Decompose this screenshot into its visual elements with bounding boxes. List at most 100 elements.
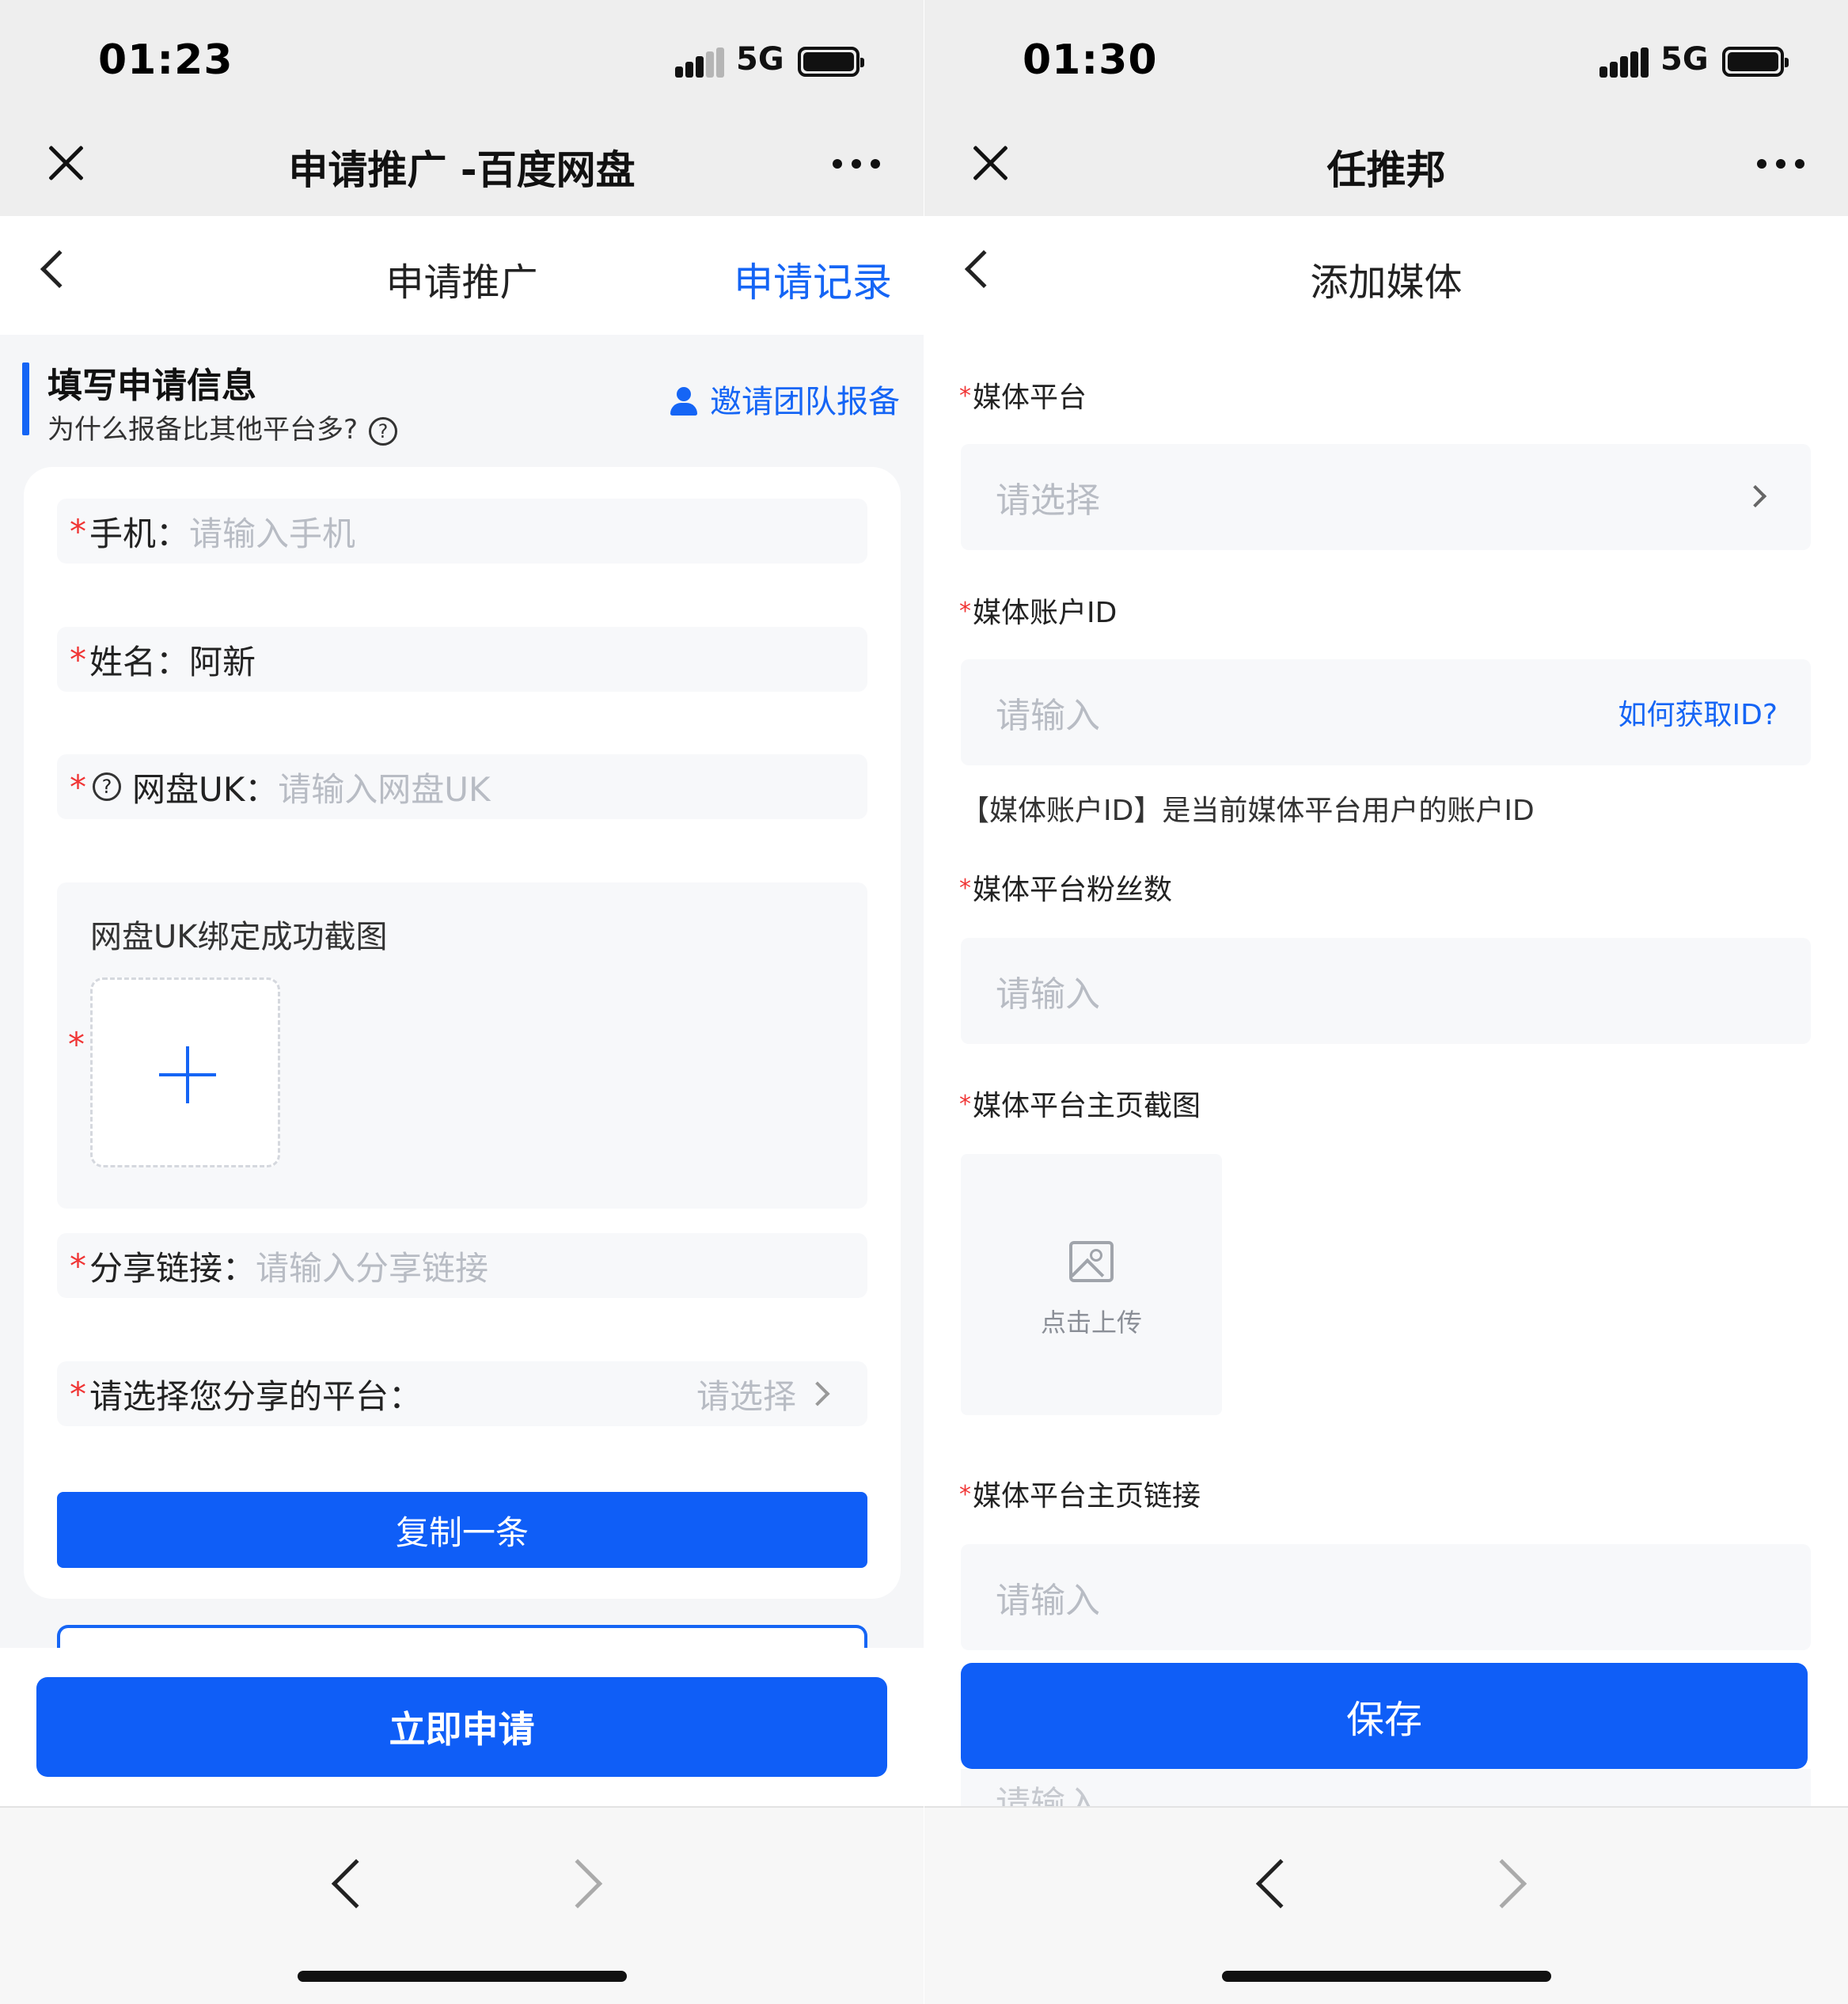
required-mark: * (959, 1481, 971, 1509)
chevron-right-icon (1744, 484, 1767, 508)
next-input-placeholder: 请输入 (996, 1784, 1100, 1807)
section-accent-bar (22, 362, 29, 435)
window-title: 申请推广 -百度网盘 (288, 147, 636, 193)
add-media-form: *媒体平台 请选择 *媒体账户ID 请输入 如何获取ID? 【媒体账户ID】是当… (924, 335, 1848, 1807)
browser-forward-icon[interactable] (1477, 1858, 1527, 1909)
name-field[interactable]: * 姓名： 阿新 (57, 627, 867, 692)
page-header: 添加媒体 (924, 216, 1848, 335)
battery-icon (798, 47, 864, 77)
plus-icon (159, 1046, 216, 1103)
platform-label: 请选择您分享的平台： (89, 1376, 423, 1416)
application-form-card: * 手机： 请输入手机 * 姓名： 阿新 * ? 网盘UK： 请输入网盘UK 网… (24, 467, 901, 1599)
help-icon[interactable]: ? (369, 416, 398, 446)
required-mark: * (959, 875, 971, 902)
next-input-edge: 请输入 (961, 1769, 1811, 1807)
name-input[interactable]: 阿新 (189, 636, 256, 684)
required-mark: * (959, 382, 971, 410)
application-records-link[interactable]: 申请记录 (734, 251, 892, 308)
home-indicator[interactable] (298, 1971, 627, 1982)
fans-label: *媒体平台粉丝数 (959, 867, 1172, 908)
uk-screenshot-field: 网盘UK绑定成功截图 * (57, 882, 867, 1209)
invite-team-link[interactable]: 邀请团队报备 (669, 376, 900, 422)
required-mark: * (70, 511, 86, 551)
status-and-title-bar: 01:23 5G 申请推广 -百度网盘 (0, 0, 924, 216)
fans-placeholder: 请输入 (996, 974, 1100, 1015)
help-icon[interactable]: ? (93, 772, 121, 801)
required-mark: * (70, 1246, 86, 1285)
page-title: 添加媒体 (1310, 260, 1463, 305)
required-mark: * (959, 598, 971, 625)
browser-toolbar (0, 1806, 924, 2004)
homepage-link-label-text: 媒体平台主页链接 (973, 1480, 1201, 1512)
share-link-input[interactable]: 请输入分享链接 (256, 1242, 488, 1290)
homepage-screenshot-label-text: 媒体平台主页截图 (973, 1090, 1201, 1122)
homepage-link-input[interactable]: 请输入 (961, 1544, 1811, 1650)
image-upload-button[interactable] (90, 977, 280, 1167)
media-platform-label: *媒体平台 (959, 374, 1087, 416)
phone-label: 手机： (89, 514, 190, 553)
right-phone-screen: 01:30 5G 任推邦 添加媒体 *媒体平台 请选择 *媒体账户ID 请输入 … (924, 0, 1848, 2004)
save-button[interactable]: 保存 (961, 1663, 1808, 1769)
more-icon[interactable] (1757, 159, 1804, 169)
required-mark: * (70, 767, 86, 807)
uk-screenshot-label: 网盘UK绑定成功截图 (90, 919, 388, 955)
browser-back-icon[interactable] (331, 1858, 381, 1909)
signal-icon (1599, 47, 1649, 78)
phone-input[interactable]: 请输入手机 (189, 507, 355, 556)
required-mark: * (959, 1091, 971, 1118)
invite-team-label: 邀请团队报备 (710, 384, 900, 420)
home-indicator[interactable] (1222, 1971, 1551, 1982)
media-platform-select[interactable]: 请选择 (961, 444, 1811, 550)
status-and-title-bar: 01:30 5G 任推邦 (924, 0, 1848, 216)
browser-back-icon[interactable] (1255, 1858, 1306, 1909)
account-id-input[interactable]: 请输入 如何获取ID? (961, 659, 1811, 765)
homepage-screenshot-upload[interactable]: 点击上传 (961, 1154, 1222, 1415)
media-platform-placeholder: 请选择 (996, 480, 1100, 521)
fans-label-text: 媒体平台粉丝数 (973, 874, 1173, 906)
platform-select[interactable]: 请选择 (696, 1361, 830, 1426)
platform-select-field[interactable]: * 请选择您分享的平台： 请选择 (57, 1361, 867, 1426)
account-id-label-text: 媒体账户ID (973, 597, 1118, 629)
battery-icon (1722, 47, 1789, 77)
signal-icon (675, 47, 724, 78)
section-title: 填写申请信息 (47, 366, 256, 406)
upload-caption: 点击上传 (1040, 1308, 1142, 1338)
name-label: 姓名： (89, 642, 190, 681)
required-mark: * (68, 1025, 85, 1064)
share-link-field[interactable]: * 分享链接： 请输入分享链接 (57, 1233, 867, 1298)
left-phone-screen: 01:23 5G 申请推广 -百度网盘 申请推广 申请记录 填写申请信息 为什么… (0, 0, 924, 2004)
bottom-action-bar: 立即申请 (0, 1648, 924, 1806)
copy-entry-button[interactable]: 复制一条 (57, 1492, 867, 1568)
how-to-get-id-link[interactable]: 如何获取ID? (1618, 659, 1778, 765)
required-mark: * (70, 1374, 86, 1414)
person-icon (669, 387, 699, 416)
network-label: 5G (1660, 41, 1709, 78)
browser-toolbar (924, 1806, 1848, 2004)
section-header: 填写申请信息 为什么报备比其他平台多?? 邀请团队报备 (0, 335, 924, 469)
homepage-link-label: *媒体平台主页链接 (959, 1473, 1201, 1514)
uk-field[interactable]: * ? 网盘UK： 请输入网盘UK (57, 754, 867, 819)
image-icon (1069, 1241, 1114, 1282)
section-subtitle-text: 为什么报备比其他平台多? (47, 414, 359, 446)
required-mark: * (70, 640, 86, 679)
share-link-label: 分享链接： (89, 1248, 256, 1288)
phone-field[interactable]: * 手机： 请输入手机 (57, 499, 867, 564)
browser-forward-icon[interactable] (552, 1858, 603, 1909)
section-subtitle[interactable]: 为什么报备比其他平台多?? (47, 408, 398, 446)
account-id-label: *媒体账户ID (959, 590, 1117, 631)
homepage-link-placeholder: 请输入 (996, 1581, 1100, 1621)
status-time: 01:23 (98, 36, 233, 84)
fans-input[interactable]: 请输入 (961, 938, 1811, 1044)
media-platform-label-text: 媒体平台 (973, 381, 1087, 414)
window-title: 任推邦 (1326, 147, 1446, 193)
apply-now-button[interactable]: 立即申请 (36, 1677, 887, 1777)
page-header: 申请推广 申请记录 (0, 216, 924, 335)
uk-label: 网盘UK： (132, 769, 279, 809)
account-id-placeholder: 请输入 (996, 696, 1100, 736)
account-id-hint: 【媒体账户ID】是当前媒体平台用户的账户ID (961, 795, 1535, 827)
more-icon[interactable] (833, 159, 880, 169)
status-time: 01:30 (1023, 36, 1158, 84)
uk-input[interactable]: 请输入网盘UK (278, 763, 490, 811)
network-label: 5G (736, 41, 784, 78)
chevron-right-icon (805, 1381, 830, 1406)
